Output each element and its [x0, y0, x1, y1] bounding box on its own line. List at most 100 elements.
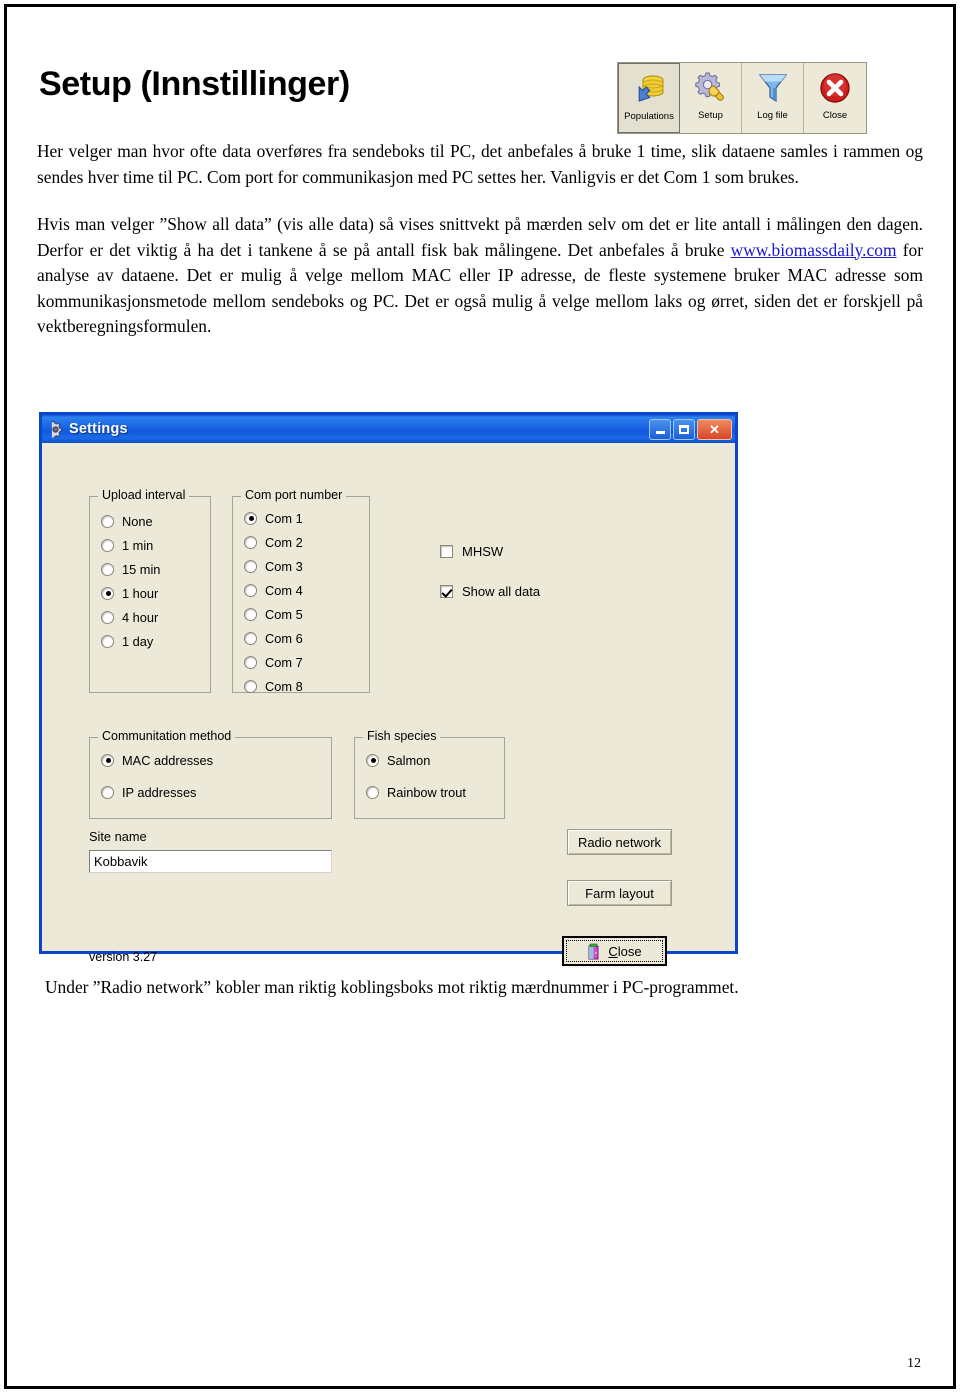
radio-label: Com 3: [265, 558, 303, 574]
radio-com-5[interactable]: Com 5: [244, 602, 369, 626]
database-icon: [630, 70, 668, 108]
checkbox-icon: [440, 545, 453, 558]
radio-com-8[interactable]: Com 8: [244, 674, 369, 698]
radio-network-button[interactable]: Radio network: [567, 829, 672, 855]
group-title-com-port: Com port number: [241, 488, 347, 502]
window-controls: ✕: [649, 418, 732, 440]
dialog-caption: Under ”Radio network” kobler man riktig …: [45, 977, 739, 997]
toolbar-label-populations: Populations: [624, 111, 674, 122]
group-communication-method: Communitation method MAC addresses IP ad…: [89, 729, 332, 819]
checkbox-mhsw[interactable]: MHSW: [440, 544, 503, 559]
group-title-communication-method: Communitation method: [98, 729, 236, 743]
radio-label: MAC addresses: [122, 752, 214, 768]
radio-label: 1 min: [122, 537, 154, 553]
radio-icon: [101, 634, 114, 648]
paragraph-lead: Her velger man hvor ofte data overføres …: [37, 141, 923, 187]
radio-icon: [244, 655, 257, 669]
radio-icon: [244, 559, 257, 573]
radio-icon: [101, 785, 114, 799]
radio-label: Com 6: [265, 630, 303, 646]
radio-network-label: Radio network: [577, 834, 662, 850]
farm-layout-button[interactable]: Farm layout: [567, 880, 672, 906]
dialog-titlebar[interactable]: Settings ✕: [42, 415, 735, 443]
radio-label: 1 hour: [122, 585, 159, 601]
toolbar-label-setup: Setup: [698, 110, 723, 121]
toolbar-button-setup[interactable]: Setup: [680, 63, 742, 133]
radio-label: Com 2: [265, 534, 303, 550]
radio-label: 1 day: [122, 633, 154, 649]
biomassdaily-link[interactable]: www.biomassdaily.com: [731, 240, 897, 260]
checkbox-icon-checked: [440, 585, 453, 598]
settings-dialog: Settings ✕ Upload interval None 1 min 15…: [40, 413, 737, 966]
radio-label: Com 8: [265, 678, 303, 694]
radio-label: Rainbow trout: [387, 784, 466, 800]
page-number: 12: [907, 1356, 921, 1371]
radio-icon: [244, 679, 257, 693]
radio-icon: [101, 562, 114, 576]
group-title-fish-species: Fish species: [363, 729, 441, 743]
radio-upload-1hour[interactable]: 1 hour: [101, 581, 210, 605]
radio-com-3[interactable]: Com 3: [244, 554, 369, 578]
toolbar-button-log-file[interactable]: Log file: [742, 63, 804, 133]
radio-upload-4hour[interactable]: 4 hour: [101, 605, 210, 629]
page-title: Setup (Innstillinger): [39, 65, 350, 103]
radio-icon-selected: [244, 511, 257, 525]
radio-icon-selected: [366, 753, 379, 767]
toolbar-button-close[interactable]: Close: [804, 63, 866, 133]
radio-com-7[interactable]: Com 7: [244, 650, 369, 674]
radio-com-1[interactable]: Com 1: [244, 506, 369, 530]
radio-upload-1min[interactable]: 1 min: [101, 533, 210, 557]
gear-icon: [47, 420, 64, 438]
close-button[interactable]: Close: [562, 936, 667, 966]
radio-icon: [366, 785, 379, 799]
radio-com-4[interactable]: Com 4: [244, 578, 369, 602]
toolbar-button-populations[interactable]: Populations: [618, 63, 680, 133]
version-text: version 3.27: [89, 950, 158, 964]
checkbox-label: Show all data: [462, 584, 541, 599]
radio-label: Com 1: [265, 510, 303, 526]
radio-mac-addresses[interactable]: MAC addresses: [101, 748, 331, 772]
maximize-icon[interactable]: [673, 418, 695, 440]
radio-label: 4 hour: [122, 609, 159, 625]
group-upload-interval: Upload interval None 1 min 15 min 1 hour…: [89, 488, 211, 693]
radio-upload-15min[interactable]: 15 min: [101, 557, 210, 581]
radio-icon: [101, 514, 114, 528]
minimize-icon[interactable]: [649, 418, 671, 440]
paragraph-main: Hvis man velger ”Show all data” (vis all…: [37, 212, 923, 340]
group-com-port-number: Com port number Com 1 Com 2 Com 3 Com 4 …: [232, 488, 370, 694]
site-name-input[interactable]: Kobbavik: [89, 850, 332, 873]
farm-layout-label: Farm layout: [585, 885, 654, 901]
radio-upload-none[interactable]: None: [101, 509, 210, 533]
radio-icon: [101, 610, 114, 624]
radio-label: Salmon: [387, 752, 431, 768]
dialog-title: Settings: [69, 421, 128, 437]
radio-rainbow-trout[interactable]: Rainbow trout: [366, 780, 504, 804]
site-name-value: Kobbavik: [94, 854, 148, 869]
radio-ip-addresses[interactable]: IP addresses: [101, 780, 331, 804]
radio-label: IP addresses: [122, 784, 197, 800]
radio-label: Com 5: [265, 606, 303, 622]
dialog-body: Upload interval None 1 min 15 min 1 hour…: [42, 443, 735, 966]
radio-icon: [244, 607, 257, 621]
radio-label: Com 4: [265, 582, 303, 598]
radio-salmon[interactable]: Salmon: [366, 748, 504, 772]
radio-icon: [244, 631, 257, 645]
toolbar-label-log-file: Log file: [757, 110, 788, 121]
door-icon: [587, 943, 602, 960]
close-button-label-rest: lose: [617, 943, 642, 959]
radio-upload-1day[interactable]: 1 day: [101, 629, 210, 653]
radio-com-6[interactable]: Com 6: [244, 626, 369, 650]
funnel-icon: [754, 69, 792, 107]
radio-icon-selected: [101, 753, 114, 767]
page-frame: Setup (Innstillinger) Populations Setup …: [4, 4, 956, 1389]
radio-com-2[interactable]: Com 2: [244, 530, 369, 554]
group-fish-species: Fish species Salmon Rainbow trout: [354, 729, 505, 819]
checkbox-show-all-data[interactable]: Show all data: [440, 584, 540, 599]
document-header: Setup (Innstillinger) Populations Setup …: [37, 35, 923, 135]
radio-icon: [244, 583, 257, 597]
close-button-label: Close: [608, 943, 642, 959]
close-icon[interactable]: ✕: [697, 418, 732, 440]
checkbox-label: MHSW: [462, 544, 504, 559]
radio-icon: [101, 538, 114, 552]
toolbar-label-close: Close: [822, 110, 848, 121]
